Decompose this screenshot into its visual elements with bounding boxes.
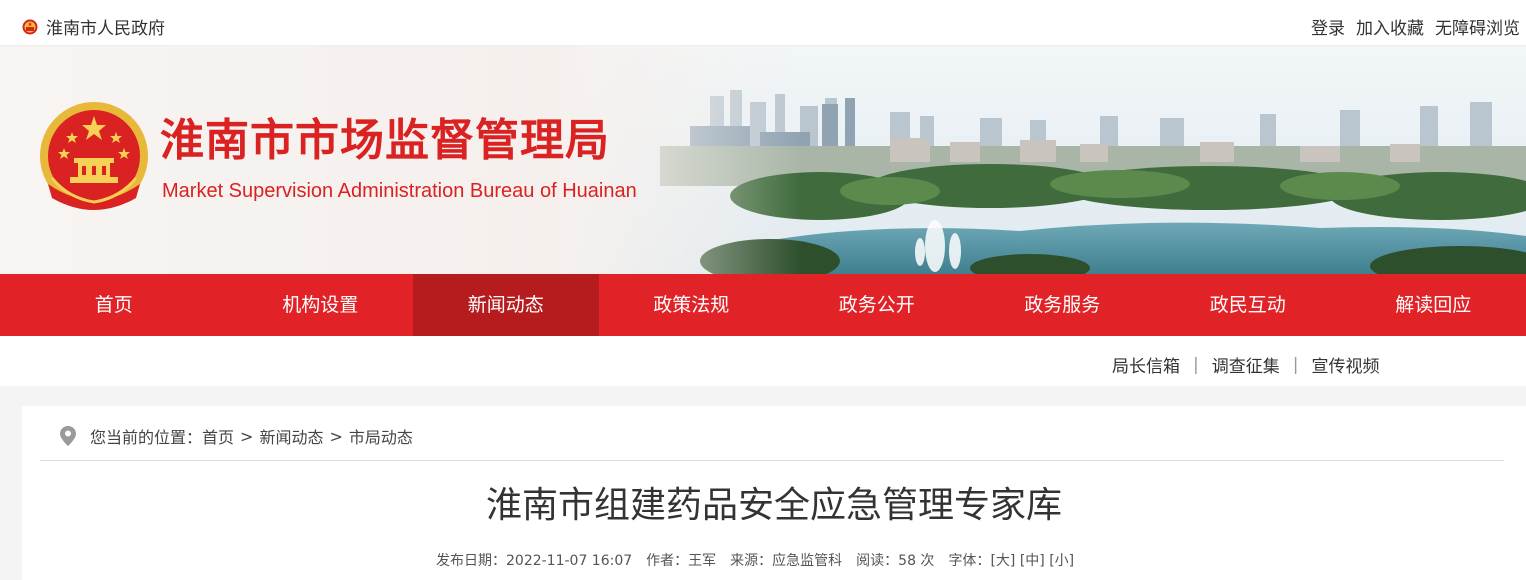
source: 来源：应急监管科 — [730, 553, 843, 569]
promo-video-link[interactable]: 宣传视频 — [1311, 352, 1379, 377]
sub-links-bar: 局长信箱 | 调查征集 | 宣传视频 — [0, 336, 1526, 386]
font-large-button[interactable]: [大] — [990, 553, 1015, 569]
author: 作者：王军 — [646, 553, 717, 569]
accessibility-link[interactable]: 无障碍浏览 — [1435, 14, 1520, 39]
separator: | — [1292, 354, 1299, 375]
director-mailbox-link[interactable]: 局长信箱 — [1112, 352, 1180, 377]
nav-item-news[interactable]: 新闻动态 — [413, 274, 599, 336]
nav-item-home[interactable]: 首页 — [0, 274, 228, 336]
article-title: 淮南市组建药品安全应急管理专家库 — [485, 485, 1062, 526]
font-medium-button[interactable]: [中] — [1020, 553, 1045, 569]
bookmark-link[interactable]: 加入收藏 — [1356, 14, 1424, 39]
survey-link[interactable]: 调查征集 — [1212, 352, 1280, 377]
read-count: 阅读：58 次 — [856, 553, 935, 569]
gov-link[interactable]: 淮南市人民政府 — [22, 14, 165, 39]
article-meta: 发布日期：2022-11-07 16:07 作者：王军 来源：应急监管科 阅读：… — [436, 550, 1074, 570]
nav-item-organization[interactable]: 机构设置 — [228, 274, 414, 336]
nav-item-policy[interactable]: 政策法规 — [599, 274, 785, 336]
divider — [40, 460, 1504, 461]
breadcrumb-separator: > — [240, 426, 254, 446]
location-pin-icon — [60, 426, 76, 446]
top-links: 登录 加入收藏 无障碍浏览 — [1311, 14, 1520, 39]
bureau-en-title: Market Supervision Administration Bureau… — [162, 180, 637, 202]
font-size-control: 字体：[大] [中] [小] — [948, 550, 1074, 570]
gov-name[interactable]: 淮南市人民政府 — [46, 14, 165, 39]
breadcrumb-home[interactable]: 首页 — [202, 424, 234, 448]
nav-item-interaction[interactable]: 政民互动 — [1155, 274, 1341, 336]
font-size-label: 字体： — [948, 553, 991, 569]
font-small-button[interactable]: [小] — [1049, 553, 1074, 569]
login-link[interactable]: 登录 — [1311, 14, 1345, 39]
national-emblem-logo — [40, 102, 148, 210]
city-lake-scene-image — [560, 46, 1526, 274]
nav-item-gov-services[interactable]: 政务服务 — [970, 274, 1156, 336]
breadcrumb-news[interactable]: 新闻动态 — [259, 424, 323, 448]
article-card: 您当前的位置： 首页 > 新闻动态 > 市局动态 淮南市组建药品安全应急管理专家… — [22, 406, 1526, 580]
national-emblem-icon — [22, 19, 38, 34]
nav-item-interpretation[interactable]: 解读回应 — [1341, 274, 1526, 336]
breadcrumb-separator: > — [329, 426, 343, 446]
main-nav: 首页 机构设置 新闻动态 政策法规 政务公开 政务服务 政民互动 解读回应 — [0, 274, 1526, 336]
site-banner: 淮南市市场监督管理局 Market Supervision Administra… — [0, 46, 1526, 274]
top-bar: 淮南市人民政府 登录 加入收藏 无障碍浏览 — [0, 0, 1526, 46]
separator: | — [1193, 354, 1199, 375]
breadcrumb-prefix: 您当前的位置： — [90, 428, 203, 447]
publish-date: 发布日期：2022-11-07 16:07 — [436, 553, 633, 569]
breadcrumb-bureau-news[interactable]: 市局动态 — [349, 424, 413, 448]
nav-item-gov-affairs-open[interactable]: 政务公开 — [784, 274, 970, 336]
breadcrumb: 您当前的位置： 首页 > 新闻动态 > 市局动态 — [60, 424, 413, 448]
bureau-cn-title: 淮南市市场监督管理局 — [160, 115, 610, 166]
